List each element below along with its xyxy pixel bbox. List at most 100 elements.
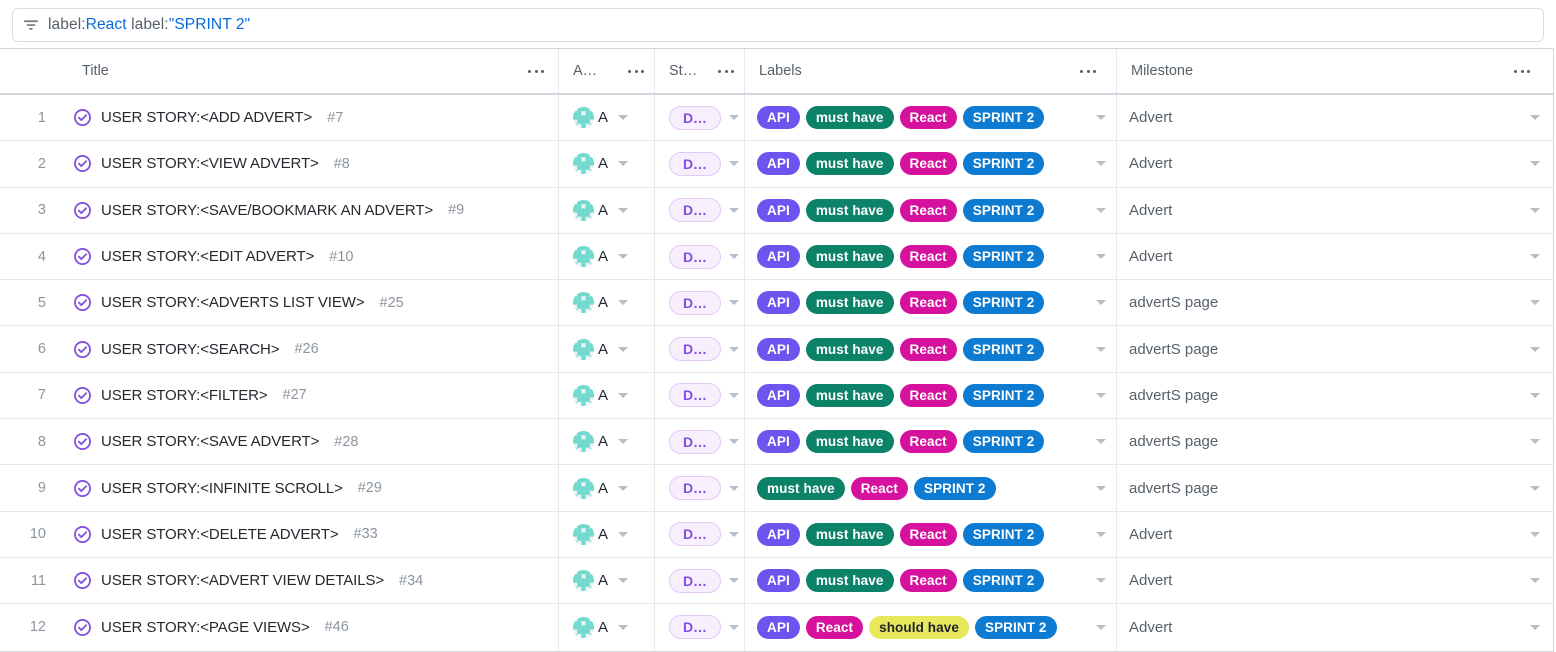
cell-title[interactable]: USER STORY:<INFINITE SCROLL>#29	[66, 465, 559, 510]
cell-status[interactable]: D…	[655, 512, 745, 557]
chevron-down-icon[interactable]	[729, 578, 739, 583]
cell-assignees[interactable]: A	[559, 188, 655, 233]
status-badge[interactable]: D…	[669, 430, 721, 454]
label-pill[interactable]: API	[757, 245, 800, 268]
chevron-down-icon[interactable]	[1096, 393, 1106, 398]
label-pill[interactable]: React	[851, 477, 908, 500]
cell-title[interactable]: USER STORY:<ADD ADVERT>#7	[66, 95, 559, 140]
chevron-down-icon[interactable]	[729, 300, 739, 305]
table-row[interactable]: 9USER STORY:<INFINITE SCROLL>#29AD…must …	[0, 465, 1553, 511]
table-row[interactable]: 10USER STORY:<DELETE ADVERT>#33AD…APImus…	[0, 512, 1553, 558]
table-row[interactable]: 2USER STORY:<VIEW ADVERT>#8AD…APImust ha…	[0, 141, 1553, 187]
label-pill[interactable]: SPRINT 2	[975, 616, 1057, 639]
chevron-down-icon[interactable]	[1530, 625, 1540, 630]
chevron-down-icon[interactable]	[618, 625, 628, 630]
chevron-down-icon[interactable]	[618, 439, 628, 444]
cell-status[interactable]: D…	[655, 326, 745, 371]
label-pill[interactable]: API	[757, 152, 800, 175]
label-pill[interactable]: must have	[806, 569, 894, 592]
label-pill[interactable]: should have	[869, 616, 969, 639]
column-menu-status-button[interactable]	[716, 66, 736, 77]
cell-status[interactable]: D…	[655, 95, 745, 140]
cell-title[interactable]: USER STORY:<SAVE ADVERT>#28	[66, 419, 559, 464]
status-badge[interactable]: D…	[669, 383, 721, 407]
label-pill[interactable]: SPRINT 2	[963, 430, 1045, 453]
chevron-down-icon[interactable]	[1096, 300, 1106, 305]
chevron-down-icon[interactable]	[1530, 578, 1540, 583]
label-pill[interactable]: must have	[757, 477, 845, 500]
cell-milestone[interactable]: advertS page	[1117, 373, 1550, 418]
chevron-down-icon[interactable]	[1096, 254, 1106, 259]
chevron-down-icon[interactable]	[618, 393, 628, 398]
label-pill[interactable]: SPRINT 2	[963, 569, 1045, 592]
chevron-down-icon[interactable]	[1530, 393, 1540, 398]
cell-title[interactable]: USER STORY:<SEARCH>#26	[66, 326, 559, 371]
issue-title[interactable]: USER STORY:<ADVERT VIEW DETAILS>	[101, 572, 384, 589]
chevron-down-icon[interactable]	[618, 208, 628, 213]
cell-labels[interactable]: APImust haveReactSPRINT 2	[745, 234, 1117, 279]
issue-title[interactable]: USER STORY:<ADVERTS LIST VIEW>	[101, 294, 365, 311]
label-pill[interactable]: React	[806, 616, 863, 639]
issue-title[interactable]: USER STORY:<DELETE ADVERT>	[101, 526, 339, 543]
status-badge[interactable]: D…	[669, 476, 721, 500]
cell-assignees[interactable]: A	[559, 234, 655, 279]
chevron-down-icon[interactable]	[1096, 161, 1106, 166]
cell-status[interactable]: D…	[655, 141, 745, 186]
chevron-down-icon[interactable]	[1530, 208, 1540, 213]
chevron-down-icon[interactable]	[1096, 347, 1106, 352]
label-pill[interactable]: must have	[806, 106, 894, 129]
label-pill[interactable]: SPRINT 2	[963, 199, 1045, 222]
label-pill[interactable]: must have	[806, 430, 894, 453]
label-pill[interactable]: SPRINT 2	[963, 523, 1045, 546]
table-row[interactable]: 4USER STORY:<EDIT ADVERT>#10AD…APImust h…	[0, 234, 1553, 280]
cell-status[interactable]: D…	[655, 558, 745, 603]
table-row[interactable]: 11USER STORY:<ADVERT VIEW DETAILS>#34AD……	[0, 558, 1553, 604]
issue-title[interactable]: USER STORY:<SEARCH>	[101, 341, 279, 358]
chevron-down-icon[interactable]	[1096, 578, 1106, 583]
cell-title[interactable]: USER STORY:<PAGE VIEWS>#46	[66, 604, 559, 650]
cell-assignees[interactable]: A	[559, 419, 655, 464]
cell-labels[interactable]: APImust haveReactSPRINT 2	[745, 326, 1117, 371]
chevron-down-icon[interactable]	[1096, 486, 1106, 491]
status-badge[interactable]: D…	[669, 291, 721, 315]
cell-labels[interactable]: APImust haveReactSPRINT 2	[745, 512, 1117, 557]
cell-assignees[interactable]: A	[559, 558, 655, 603]
column-menu-assignees-button[interactable]	[626, 66, 646, 77]
column-menu-labels-button[interactable]	[1078, 66, 1098, 77]
label-pill[interactable]: API	[757, 523, 800, 546]
label-pill[interactable]: must have	[806, 152, 894, 175]
chevron-down-icon[interactable]	[1530, 347, 1540, 352]
label-pill[interactable]: API	[757, 199, 800, 222]
chevron-down-icon[interactable]	[618, 578, 628, 583]
cell-labels[interactable]: APImust haveReactSPRINT 2	[745, 141, 1117, 186]
chevron-down-icon[interactable]	[618, 532, 628, 537]
status-badge[interactable]: D…	[669, 245, 721, 269]
chevron-down-icon[interactable]	[729, 625, 739, 630]
label-pill[interactable]: SPRINT 2	[963, 384, 1045, 407]
chevron-down-icon[interactable]	[729, 486, 739, 491]
chevron-down-icon[interactable]	[1530, 161, 1540, 166]
cell-labels[interactable]: APImust haveReactSPRINT 2	[745, 188, 1117, 233]
label-pill[interactable]: SPRINT 2	[963, 245, 1045, 268]
cell-labels[interactable]: must haveReactSPRINT 2	[745, 465, 1117, 510]
cell-milestone[interactable]: advertS page	[1117, 326, 1550, 371]
label-pill[interactable]: React	[900, 338, 957, 361]
cell-title[interactable]: USER STORY:<VIEW ADVERT>#8	[66, 141, 559, 186]
issue-title[interactable]: USER STORY:<SAVE/BOOKMARK AN ADVERT>	[101, 202, 433, 219]
cell-title[interactable]: USER STORY:<SAVE/BOOKMARK AN ADVERT>#9	[66, 188, 559, 233]
issue-title[interactable]: USER STORY:<ADD ADVERT>	[101, 109, 312, 126]
column-header-milestone[interactable]: Milestone	[1117, 49, 1550, 93]
chevron-down-icon[interactable]	[1096, 208, 1106, 213]
cell-milestone[interactable]: Advert	[1117, 604, 1550, 650]
table-row[interactable]: 8USER STORY:<SAVE ADVERT>#28AD…APImust h…	[0, 419, 1553, 465]
table-row[interactable]: 12USER STORY:<PAGE VIEWS>#46AD…APIReacts…	[0, 604, 1553, 650]
label-pill[interactable]: React	[900, 245, 957, 268]
table-row[interactable]: 7USER STORY:<FILTER>#27AD…APImust haveRe…	[0, 373, 1553, 419]
cell-status[interactable]: D…	[655, 604, 745, 650]
cell-labels[interactable]: APImust haveReactSPRINT 2	[745, 95, 1117, 140]
chevron-down-icon[interactable]	[1530, 300, 1540, 305]
label-pill[interactable]: React	[900, 291, 957, 314]
cell-labels[interactable]: APIReactshould haveSPRINT 2	[745, 604, 1117, 650]
cell-milestone[interactable]: Advert	[1117, 95, 1550, 140]
chevron-down-icon[interactable]	[1530, 439, 1540, 444]
